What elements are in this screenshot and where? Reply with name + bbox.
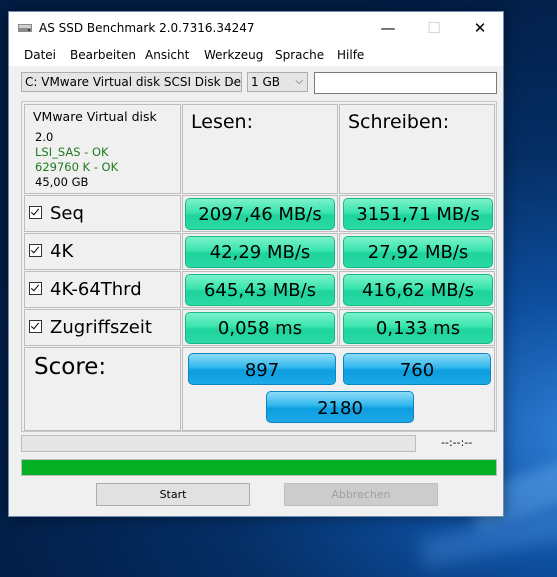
4k64-read-cell: 645,43 MB/s xyxy=(182,271,338,308)
row-access-label-cell: Zugriffszeit xyxy=(24,309,181,346)
size-select-value: 1 GB xyxy=(251,75,280,89)
current-test-progress xyxy=(21,435,416,452)
menu-bar: Datei Bearbeiten Ansicht Werkzeug Sprach… xyxy=(9,44,503,66)
read-header: Lesen: xyxy=(191,111,253,133)
access-read-value: 0,058 ms xyxy=(185,312,335,344)
row-seq-label-cell: Seq xyxy=(24,195,181,232)
checkbox-checked-icon[interactable] xyxy=(29,281,42,295)
write-header-cell: Schreiben: xyxy=(339,104,495,194)
abort-button[interactable]: Abbrechen xyxy=(284,483,438,506)
4k-write-value: 27,92 MB/s xyxy=(343,236,493,268)
4k64-write-cell: 416,62 MB/s xyxy=(339,271,495,308)
score-label: Score: xyxy=(34,354,107,380)
checkbox-checked-icon[interactable] xyxy=(29,319,42,333)
drive-capacity: 45,00 GB xyxy=(35,175,89,189)
seq-write-value: 3151,71 MB/s xyxy=(343,198,493,230)
title-bar: AS SSD Benchmark 2.0.7316.34247 — ☐ ✕ xyxy=(9,12,503,44)
row-4k64-label-cell: 4K-64Thrd xyxy=(24,271,181,308)
results-grid: VMware Virtual disk 2.0 LSI_SAS - OK 629… xyxy=(21,101,497,432)
drive-select-value: C: VMware Virtual disk SCSI Disk Device xyxy=(25,75,242,89)
elapsed-time: --:--:-- xyxy=(441,436,473,449)
window-title: AS SSD Benchmark 2.0.7316.34247 xyxy=(39,21,255,35)
alignment-status: 629760 K - OK xyxy=(35,160,119,174)
chevron-down-icon: ⌵ xyxy=(229,76,237,87)
4k-checkbox-label[interactable]: 4K xyxy=(29,241,73,262)
overall-progress xyxy=(21,459,497,476)
read-header-cell: Lesen: xyxy=(182,104,338,194)
score-total: 2180 xyxy=(266,391,414,423)
seq-write-cell: 3151,71 MB/s xyxy=(339,195,495,232)
4k64-read-value: 645,43 MB/s xyxy=(185,274,335,306)
4k-read-cell: 42,29 MB/s xyxy=(182,233,338,270)
checkbox-checked-icon[interactable] xyxy=(29,243,42,257)
drive-version: 2.0 xyxy=(35,130,54,144)
text-input[interactable] xyxy=(314,72,497,94)
score-write: 760 xyxy=(343,353,491,385)
write-header: Schreiben: xyxy=(348,111,450,133)
minimize-button[interactable]: — xyxy=(365,12,411,44)
close-button[interactable]: ✕ xyxy=(457,12,503,44)
score-label-cell: Score: xyxy=(24,347,181,431)
access-write-value: 0,133 ms xyxy=(343,312,493,344)
4k64-checkbox-label[interactable]: 4K-64Thrd xyxy=(29,279,142,300)
4k-write-cell: 27,92 MB/s xyxy=(339,233,495,270)
access-write-cell: 0,133 ms xyxy=(339,309,495,346)
drive-info-panel: VMware Virtual disk 2.0 LSI_SAS - OK 629… xyxy=(24,104,181,194)
menu-hilfe[interactable]: Hilfe xyxy=(337,48,364,62)
menu-werkzeug[interactable]: Werkzeug xyxy=(204,48,263,62)
seq-read-cell: 2097,46 MB/s xyxy=(182,195,338,232)
driver-status: LSI_SAS - OK xyxy=(35,145,109,159)
maximize-button[interactable]: ☐ xyxy=(411,12,457,44)
menu-sprache[interactable]: Sprache xyxy=(275,48,324,62)
app-window: AS SSD Benchmark 2.0.7316.34247 — ☐ ✕ Da… xyxy=(8,11,504,517)
overall-progress-fill xyxy=(22,460,496,475)
access-read-cell: 0,058 ms xyxy=(182,309,338,346)
access-checkbox-label[interactable]: Zugriffszeit xyxy=(29,317,152,338)
checkbox-checked-icon[interactable] xyxy=(29,205,42,219)
menu-ansicht[interactable]: Ansicht xyxy=(145,48,189,62)
menu-datei[interactable]: Datei xyxy=(24,48,56,62)
size-select[interactable]: 1 GB ⌵ xyxy=(247,72,308,92)
menu-bearbeiten[interactable]: Bearbeiten xyxy=(70,48,136,62)
4k64-write-value: 416,62 MB/s xyxy=(343,274,493,306)
row-4k-label-cell: 4K xyxy=(24,233,181,270)
chevron-down-icon: ⌵ xyxy=(295,76,303,87)
drive-name: VMware Virtual disk xyxy=(33,109,157,124)
app-drive-icon xyxy=(18,24,32,32)
score-read: 897 xyxy=(188,353,336,385)
score-values-cell: 897 760 2180 xyxy=(182,347,495,431)
start-button[interactable]: Start xyxy=(96,483,250,506)
4k-read-value: 42,29 MB/s xyxy=(185,236,335,268)
drive-select[interactable]: C: VMware Virtual disk SCSI Disk Device … xyxy=(21,72,242,92)
seq-read-value: 2097,46 MB/s xyxy=(185,198,335,230)
seq-checkbox-label[interactable]: Seq xyxy=(29,203,84,224)
